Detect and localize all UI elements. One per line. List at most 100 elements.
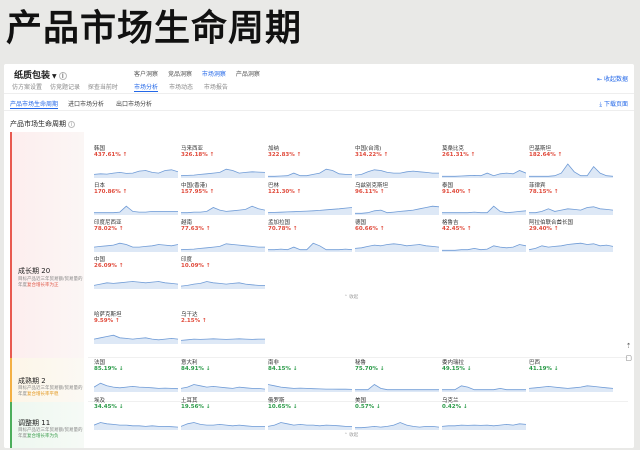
country-name: 印度尼西亚 xyxy=(94,220,122,226)
tab-export-analysis[interactable]: 出口市场分析 xyxy=(116,99,152,108)
growth-rate-value: 34.45% xyxy=(94,404,117,410)
country-card[interactable]: 乌兹别克斯坦 96.11% ↑ xyxy=(355,181,439,217)
arrow-up-icon: ↑ xyxy=(116,226,124,232)
product-selector[interactable]: 纸质包装 ▼ i xyxy=(14,68,67,81)
tab-market-dynamics[interactable]: 市场动态 xyxy=(169,84,193,91)
country-card[interactable]: 俄罗斯 10.65% ↓ xyxy=(268,396,352,432)
sub-link-explore[interactable]: 探查当前时 xyxy=(88,84,118,91)
stage-growth-desc-em: 复合增长率为正 xyxy=(27,283,59,288)
sparkline-area xyxy=(181,281,265,289)
sparkline xyxy=(181,281,265,289)
growth-rate: 78.15% ↑ xyxy=(529,189,558,195)
growth-rate: 9.59% ↑ xyxy=(94,318,120,324)
arrow-up-icon: ↑ xyxy=(203,226,211,232)
tab-market-report[interactable]: 市场报告 xyxy=(204,84,228,91)
sparkline xyxy=(94,205,178,215)
sparkline-area xyxy=(442,385,526,392)
collapse-link[interactable]: ⌃ 收起 xyxy=(344,294,358,300)
growth-rate-value: 10.65% xyxy=(268,404,291,410)
country-name: 埃及 xyxy=(94,398,106,404)
country-card[interactable]: 美国 0.57% ↓ xyxy=(355,396,439,432)
country-card[interactable]: 乌干达 2.15% ↑ xyxy=(181,310,265,346)
country-card[interactable]: 日本 170.86% ↑ xyxy=(94,181,178,217)
country-card[interactable]: 巴基斯坦 182.64% ↑ xyxy=(529,144,613,180)
tab-competitor-insight[interactable]: 竞品洞察 xyxy=(168,71,192,78)
country-card[interactable]: 法国 85.19% ↓ xyxy=(94,358,178,394)
country-card[interactable]: 菲律宾 78.15% ↑ xyxy=(529,181,613,217)
country-card[interactable]: 秘鲁 75.70% ↓ xyxy=(355,358,439,394)
sparkline xyxy=(268,168,352,178)
country-card[interactable]: 中国(香港) 157.95% ↑ xyxy=(181,181,265,217)
arrow-up-icon: ↑ xyxy=(207,152,215,158)
sparkline-line xyxy=(94,205,178,214)
country-name: 乌兹别克斯坦 xyxy=(355,183,389,189)
country-card[interactable]: 莫桑比克 261.31% ↑ xyxy=(442,144,526,180)
analysis-tabs: 产品市场生命周期 进口市场分析 出口市场分析 ⤓ 下载页面 xyxy=(4,95,634,111)
arrow-down-icon: ↓ xyxy=(377,366,385,372)
growth-rate-value: 0.57% xyxy=(355,404,375,410)
tab-market-analysis[interactable]: 市场分析 xyxy=(134,84,159,92)
arrow-up-icon: ↑ xyxy=(377,189,385,195)
country-card[interactable]: 越南 77.63% ↑ xyxy=(181,218,265,254)
sparkline xyxy=(529,163,613,178)
sub-link-history[interactable]: 仿竞题记录 xyxy=(50,84,80,91)
sparkline xyxy=(94,422,178,430)
country-card[interactable]: 马来西亚 326.18% ↑ xyxy=(181,144,265,180)
country-card[interactable]: 土耳其 19.56% ↓ xyxy=(181,396,265,432)
tab-customer-insight[interactable]: 客户洞察 xyxy=(134,71,158,78)
country-card[interactable]: 埃及 34.45% ↓ xyxy=(94,396,178,432)
country-card[interactable]: 泰国 91.40% ↑ xyxy=(442,181,526,217)
collapse-link[interactable]: ⌃ 收起 xyxy=(344,432,358,438)
country-card[interactable]: 委内瑞拉 49.15% ↓ xyxy=(442,358,526,394)
country-card[interactable]: 阿拉伯联合酋长国 29.40% ↑ xyxy=(529,218,613,254)
country-card[interactable]: 印度 10.09% ↑ xyxy=(181,255,265,291)
country-name: 中国 xyxy=(94,257,106,263)
download-page-button[interactable]: ⤓ 下载页面 xyxy=(599,99,628,109)
insight-tabs: 客户洞察 竞品洞察 市场洞察 产品洞察 xyxy=(134,69,268,78)
feedback-icon[interactable]: ▢ xyxy=(625,352,632,364)
country-card[interactable]: 意大利 84.91% ↓ xyxy=(181,358,265,394)
growth-rate: 42.45% ↑ xyxy=(442,226,471,232)
country-name: 俄罗斯 xyxy=(268,398,285,404)
growth-rate: 96.11% ↑ xyxy=(355,189,384,195)
growth-rate-value: 121.30% xyxy=(268,189,295,195)
back-to-top-icon[interactable]: ⇡ xyxy=(625,340,632,352)
country-card[interactable]: 加纳 322.83% ↑ xyxy=(268,144,352,180)
country-card[interactable]: 哈萨克斯坦 9.59% ↑ xyxy=(94,310,178,346)
tab-lifecycle[interactable]: 产品市场生命周期 xyxy=(10,99,59,109)
country-card[interactable]: 印度尼西亚 78.02% ↑ xyxy=(94,218,178,254)
country-card[interactable]: 中国(台湾) 314.22% ↑ xyxy=(355,144,439,180)
chevron-down-icon: ▼ xyxy=(52,73,57,80)
growth-rate: 60.66% ↑ xyxy=(355,226,384,232)
country-card[interactable]: 德国 60.66% ↑ xyxy=(355,218,439,254)
country-card[interactable]: 孟加拉国 70.78% ↑ xyxy=(268,218,352,254)
country-card[interactable]: 格鲁吉 42.45% ↑ xyxy=(442,218,526,254)
tab-import-analysis[interactable]: 进口市场分析 xyxy=(68,99,104,108)
country-card[interactable]: 韩国 437.61% ↑ xyxy=(94,144,178,180)
info-icon: i xyxy=(58,72,67,80)
growth-rate: 84.91% ↓ xyxy=(181,366,210,372)
collapse-link-label: 收起 xyxy=(349,433,359,438)
sparkline xyxy=(442,205,526,215)
sparkline-area xyxy=(94,383,178,392)
country-card[interactable]: 巴林 121.30% ↑ xyxy=(268,181,352,217)
country-card[interactable]: 乌克兰 0.42% ↓ xyxy=(442,396,526,432)
growth-rate-value: 78.15% xyxy=(529,189,552,195)
country-card[interactable]: 南非 84.15% ↓ xyxy=(268,358,352,394)
tab-product-insight[interactable]: 产品洞察 xyxy=(236,71,260,78)
country-name: 乌干达 xyxy=(181,312,198,318)
growth-rate-value: 314.22% xyxy=(355,152,382,158)
growth-rate: 261.31% ↑ xyxy=(442,152,475,158)
collapse-data-button[interactable]: ⇤ 收起数据 xyxy=(597,74,628,83)
stage-adjust-desc-em: 复合增长率为负 xyxy=(27,434,59,439)
tab-market-insight[interactable]: 市场洞察 xyxy=(202,71,226,78)
growth-rate: 77.63% ↑ xyxy=(181,226,210,232)
country-card[interactable]: 中国 26.09% ↑ xyxy=(94,255,178,291)
sub-links: 仿方案设置 仿竞题记录 探查当前时 xyxy=(12,82,124,91)
sub-link-plan-settings[interactable]: 仿方案设置 xyxy=(12,84,42,91)
country-card[interactable]: 巴西 41.19% ↓ xyxy=(529,358,613,394)
growth-rate-value: 60.66% xyxy=(355,226,378,232)
country-name: 委内瑞拉 xyxy=(442,360,465,366)
sparkline xyxy=(355,384,439,392)
country-name: 孟加拉国 xyxy=(268,220,291,226)
